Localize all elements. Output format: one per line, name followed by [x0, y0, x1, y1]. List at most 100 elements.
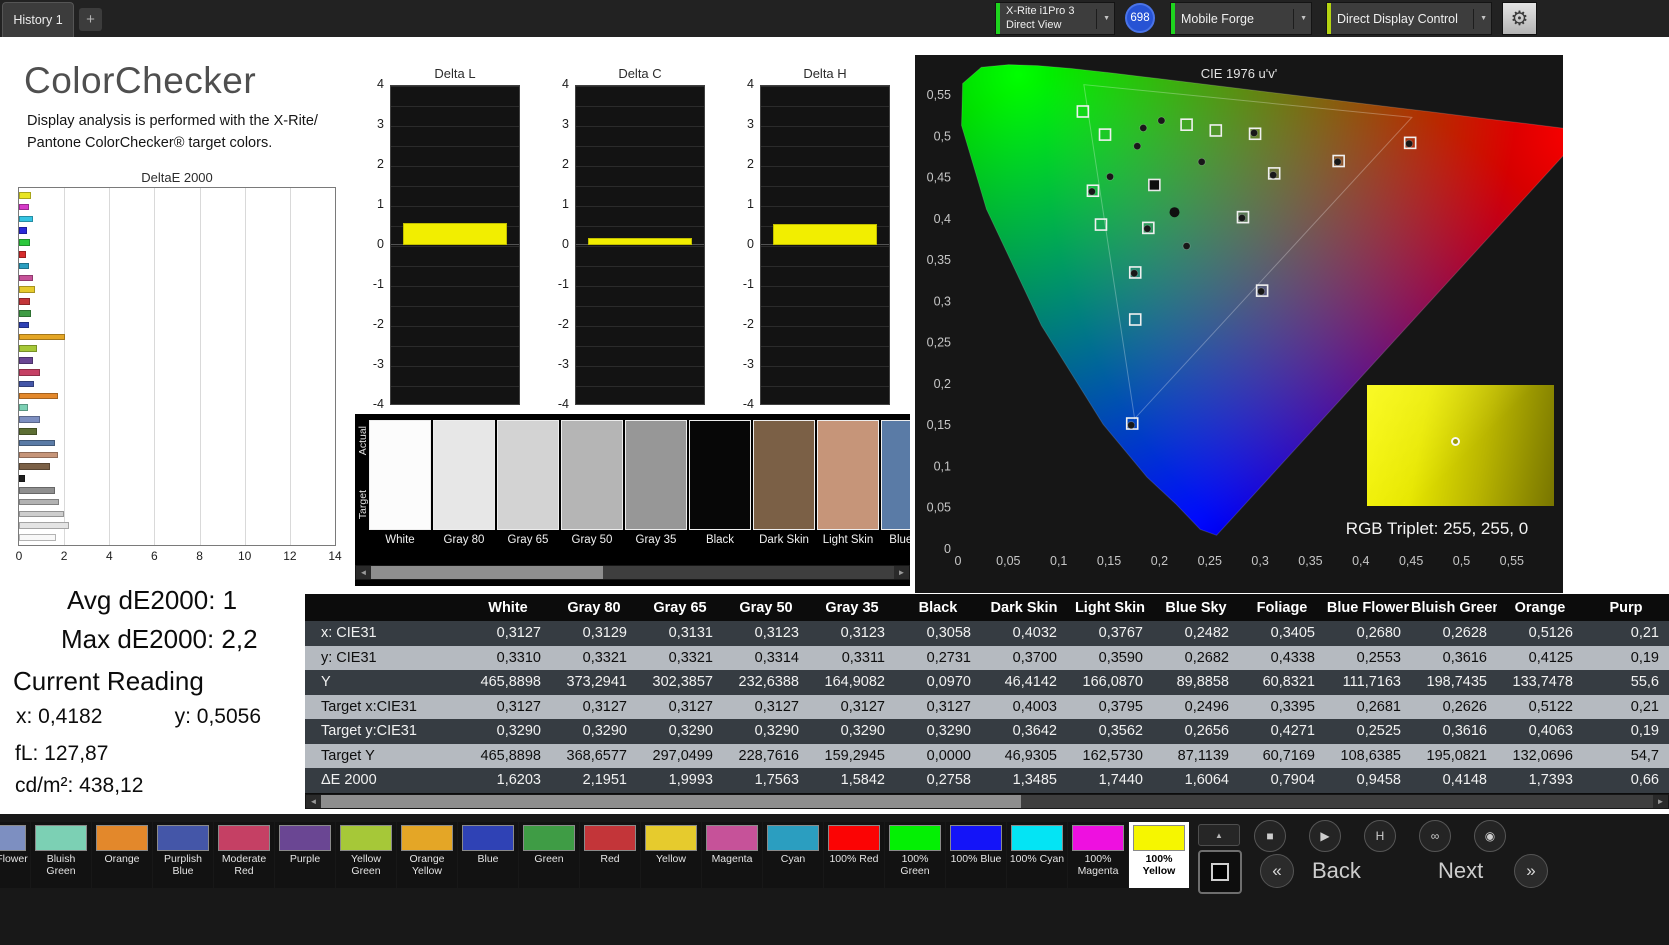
- meter-selector-label: X-Rite i1Pro 3 Direct View: [1006, 5, 1074, 33]
- cell: 0,2682: [1184, 649, 1229, 666]
- patch-button-100-cyan[interactable]: 100% Cyan: [1007, 822, 1067, 888]
- display-control-selector[interactable]: Direct Display Control ▼: [1326, 2, 1492, 35]
- next-button[interactable]: Next: [1438, 858, 1483, 884]
- y-tick-label: 0: [377, 237, 384, 251]
- source-selector[interactable]: Mobile Forge ▼: [1170, 2, 1312, 35]
- deltae-bar-magenta: [19, 274, 33, 282]
- patch-button-100-red[interactable]: 100% Red: [824, 822, 884, 888]
- meter-selector[interactable]: X-Rite i1Pro 3 Direct View ▼: [995, 2, 1115, 35]
- scroll-right-icon[interactable]: ►: [894, 566, 909, 579]
- patch-swatch-icon: [96, 825, 148, 851]
- column-header-white: White: [488, 599, 528, 616]
- measured-marker: [1237, 213, 1246, 222]
- deltae-bar-light-skin: [19, 451, 59, 459]
- reading-x-value: x: 0,4182: [16, 705, 103, 728]
- measured-marker: [1127, 421, 1136, 430]
- patch-button-orange-yellow[interactable]: Orange Yellow: [397, 822, 457, 888]
- patch-button-100-green[interactable]: 100% Green: [885, 822, 945, 888]
- reading-cdm2-value: cd/m²: 438,12: [15, 774, 144, 797]
- play-button[interactable]: ▶: [1309, 820, 1341, 852]
- deltae-bar-black: [19, 475, 26, 482]
- table-scrollbar[interactable]: ◄ ►: [305, 794, 1669, 809]
- delta-l-title: Delta L: [434, 66, 476, 81]
- cell: 0,66: [1630, 772, 1659, 789]
- target-button[interactable]: ◉: [1474, 820, 1506, 852]
- patch-button-green[interactable]: Green: [519, 822, 579, 888]
- deltae-bar-bluish-green: [19, 404, 29, 411]
- column-header-dark-skin: Dark Skin: [990, 599, 1058, 616]
- chevron-down-icon: ▼: [1293, 8, 1307, 29]
- column-header-purp: Purp: [1609, 599, 1643, 616]
- deltae-bar-orange-yellow: [19, 333, 66, 341]
- hold-button[interactable]: H: [1364, 820, 1396, 852]
- scroll-left-icon[interactable]: ◄: [356, 566, 371, 579]
- cell: 195,0821: [1426, 747, 1487, 764]
- delta-l-yaxis: 4 3 2 1 0 -1 -2 -3 -4: [360, 77, 386, 411]
- deltae-bar-orange: [19, 392, 59, 400]
- cell: 0,4338: [1270, 649, 1315, 666]
- patch-button-red[interactable]: Red: [580, 822, 640, 888]
- settings-button[interactable]: ⚙: [1502, 2, 1537, 35]
- y-tick-label: 0: [944, 542, 951, 556]
- patch-button-orange[interactable]: Orange: [92, 822, 152, 888]
- patch-button-cyan[interactable]: Cyan: [763, 822, 823, 888]
- patch-swatch-icon: [1072, 825, 1124, 851]
- back-button[interactable]: Back: [1312, 858, 1361, 884]
- back-chevron-icon[interactable]: «: [1260, 854, 1294, 888]
- stop-button[interactable]: ■: [1254, 820, 1286, 852]
- y-tick-label: -4: [372, 397, 384, 411]
- scroll-right-icon[interactable]: ►: [1653, 795, 1668, 808]
- patch-button-bluish-green[interactable]: Bluish Green: [31, 822, 91, 888]
- column-header-foliage: Foliage: [1256, 599, 1308, 616]
- patch-button-magenta[interactable]: Magenta: [702, 822, 762, 888]
- patch-swatch-icon: [279, 825, 331, 851]
- deltae-bar-100-red: [19, 251, 26, 258]
- patch-button-blue-flower[interactable]: Blue Flower: [0, 822, 30, 888]
- swatch-scrollbar[interactable]: ◄ ►: [355, 565, 910, 580]
- x-tick-label: 0: [15, 549, 23, 563]
- scroll-track[interactable]: [321, 795, 1653, 808]
- patch-button-moderate-red[interactable]: Moderate Red: [214, 822, 274, 888]
- patch-label: Blue Flower: [0, 853, 28, 865]
- scroll-left-icon[interactable]: ◄: [306, 795, 321, 808]
- tab-history-1[interactable]: History 1: [2, 2, 74, 37]
- patch-button-100-yellow[interactable]: 100% Yellow: [1129, 822, 1189, 888]
- selected-patch-marker: [1148, 178, 1161, 192]
- patch-button-100-blue[interactable]: 100% Blue: [946, 822, 1006, 888]
- swatch-label-white: White: [385, 534, 415, 546]
- cell: 0,2758: [926, 772, 971, 789]
- patch-button-yellow[interactable]: Yellow: [641, 822, 701, 888]
- patch-label: 100% Blue: [950, 853, 1002, 865]
- patch-button-purple[interactable]: Purple: [275, 822, 335, 888]
- measurement-count-badge[interactable]: 698: [1125, 3, 1155, 33]
- patch-button-purplish-blue[interactable]: Purplish Blue: [153, 822, 213, 888]
- deltae2000-chart-title: DeltaE 2000: [141, 170, 213, 185]
- swatch-label-light-skin: Light Skin: [822, 534, 874, 546]
- scroll-thumb[interactable]: [321, 795, 1021, 808]
- patch-button-100-magenta[interactable]: 100% Magenta: [1068, 822, 1128, 888]
- cell: 89,8858: [1176, 674, 1229, 691]
- patch-button-blue[interactable]: Blue: [458, 822, 518, 888]
- cell: 0,3123: [754, 625, 799, 642]
- scroll-thumb[interactable]: [371, 566, 603, 579]
- cell: 0,3127: [754, 698, 799, 715]
- deltae-bar-gray-80: [19, 522, 69, 529]
- continuous-button[interactable]: ∞: [1419, 820, 1451, 852]
- add-tab-button[interactable]: +: [79, 8, 102, 31]
- patch-window-button[interactable]: [1198, 850, 1242, 894]
- measured-marker: [1087, 187, 1096, 196]
- y-tick-label: 2: [562, 157, 569, 171]
- delta-l-chart: Delta L 4 3 2 1 0 -1 -2 -3 -4: [360, 66, 530, 428]
- cie-chart-panel: CIE 1976 u'v' 0 0,05 0,1 0,15 0,2 0,25 0,3 0,35…: [915, 55, 1563, 593]
- cell: 46,9305: [1004, 747, 1057, 764]
- collapse-panel-button[interactable]: ▲: [1198, 824, 1240, 846]
- patch-label: Orange: [104, 853, 140, 865]
- patch-button-yellow-green[interactable]: Yellow Green: [336, 822, 396, 888]
- cell: 0,3131: [668, 625, 713, 642]
- patch-label: Moderate Red: [221, 853, 267, 878]
- scroll-track[interactable]: [371, 566, 894, 579]
- y-tick-label: 3: [562, 117, 569, 131]
- deltae-bar-foliage: [19, 428, 37, 435]
- next-chevron-icon[interactable]: »: [1514, 854, 1548, 888]
- swatch-label-gray-50: Gray 50: [571, 534, 613, 546]
